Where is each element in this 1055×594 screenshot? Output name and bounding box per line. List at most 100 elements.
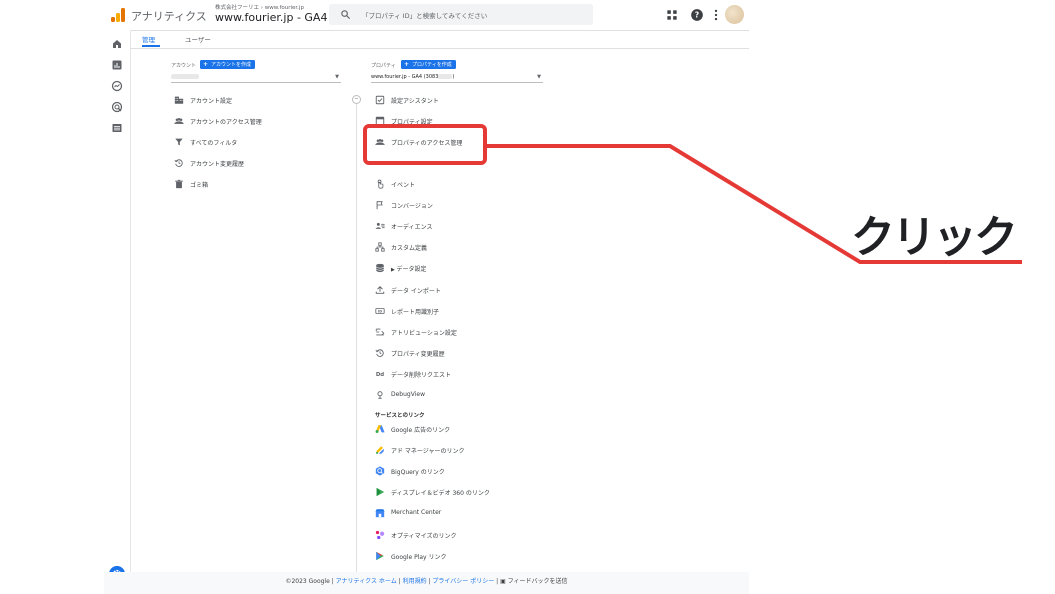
menu-item-label: カスタム定義 (391, 245, 428, 252)
filter-icon (175, 138, 183, 146)
data-delete-icon: Dd (376, 372, 384, 378)
ad-manager-icon (376, 446, 384, 454)
upload-icon (375, 286, 385, 294)
menu-item-label: アカウントのアクセス管理 (190, 119, 262, 126)
footer: ©2023 Google | アナリティクス ホーム | 利用規約 | プライバ… (104, 572, 749, 594)
menu-item-label: アド マネージャーのリンク (391, 448, 465, 455)
left-nav-rail (104, 30, 131, 594)
plus-icon: + (404, 61, 410, 68)
footer-link-analytics-home[interactable]: アナリティクス ホーム (336, 578, 397, 585)
create-property-button[interactable]: + プロパティを作成 (401, 60, 456, 69)
menu-item-label: BigQuery のリンク (391, 469, 445, 476)
app-name: アナリティクス (131, 10, 207, 23)
create-property-label: プロパティを作成 (412, 62, 452, 68)
menu-item-label: 設定アシスタント (391, 98, 439, 105)
property-dropdown[interactable]: www.fourier.jp - GA4 (3083) ▼ (371, 72, 543, 83)
identifier-icon: ID (375, 308, 385, 314)
history-icon (174, 159, 183, 167)
links-section-title: サービスとのリンク (375, 413, 425, 419)
menu-item-label: ゴミ箱 (190, 182, 209, 189)
audience-icon (375, 222, 385, 229)
menu-item-label: アカウント設定 (190, 98, 233, 105)
menu-item-label: オーディエンス (391, 224, 433, 231)
menu-item-label: アカウント変更履歴 (190, 161, 245, 168)
property-selector[interactable]: www.fourier.jp - GA4 ▾ (215, 11, 334, 24)
home-icon[interactable] (111, 38, 123, 50)
menu-item-label: イベント (391, 182, 416, 189)
redacted-property-id (438, 74, 453, 79)
footer-feedback[interactable]: フィードバックを送信 (508, 578, 568, 585)
google-play-icon (376, 551, 384, 561)
dropdown-icon: ▼ (537, 74, 541, 80)
menu-item-label: コンバージョン (391, 203, 433, 210)
column-divider (356, 96, 357, 574)
feedback-icon[interactable]: ▣ (500, 578, 506, 585)
explore-icon[interactable] (111, 80, 123, 92)
menu-item-label: データ インポート (391, 288, 441, 295)
help-icon[interactable]: ? (690, 8, 704, 22)
menu-item-label: レポート用識別子 (391, 309, 440, 316)
menu-item-label: オプティマイズのリンク (391, 533, 457, 540)
svg-text:Dd: Dd (376, 372, 384, 378)
reports-icon[interactable] (111, 59, 123, 71)
svg-text:?: ? (695, 11, 699, 20)
analytics-logo-icon[interactable] (111, 8, 125, 22)
property-column-label: プロパティ (371, 63, 396, 69)
list-icon[interactable] (111, 122, 123, 134)
attribution-icon (375, 328, 385, 336)
account-selector[interactable]: ▼ (171, 72, 341, 83)
menu-item-label: プロパティ変更履歴 (391, 351, 445, 358)
tab-user[interactable]: ユーザー (185, 34, 211, 44)
database-icon (376, 263, 384, 273)
menu-item-label: Google Play リンク (391, 554, 447, 561)
redacted-account-name (171, 74, 199, 79)
menu-item-label: すべてのフィルタ (190, 140, 238, 147)
bigquery-icon (375, 466, 385, 476)
account-column-label: アカウント (171, 63, 197, 69)
flag-icon (376, 201, 383, 210)
property-dropdown-suffix: ) (452, 74, 455, 80)
search-bar[interactable]: 「プロパティ ID」と検索してみてください (329, 4, 593, 25)
analytics-app: アナリティクス 株式会社フーリエ › www.fourier.jp www.fo… (104, 0, 749, 594)
building-icon (174, 96, 184, 104)
custom-definitions-icon (375, 242, 385, 252)
tab-admin[interactable]: 管理 (142, 34, 155, 44)
footer-link-terms[interactable]: 利用規約 (403, 578, 427, 585)
menu-item-label: ディスプレイ＆ビデオ 360 のリンク (391, 490, 490, 497)
history-icon (375, 349, 384, 357)
collapse-column-icon[interactable]: − (352, 95, 361, 104)
menu-item-label: ▶ データ設定 (391, 266, 427, 273)
more-vert-icon[interactable] (709, 8, 723, 22)
apps-grid-icon[interactable] (665, 8, 679, 22)
merchant-center-icon (375, 509, 385, 518)
touch-icon (377, 179, 384, 189)
optimize-icon (375, 530, 385, 540)
create-account-label: アカウントを作成 (211, 62, 252, 68)
dv360-icon (376, 487, 385, 497)
menu-item-label: アトリビューション設定 (391, 330, 457, 337)
footer-link-privacy[interactable]: プライバシー ポリシー (432, 578, 494, 585)
debug-icon (377, 391, 383, 399)
search-icon (341, 10, 351, 20)
menu-item-label: データ削除リクエスト (391, 372, 452, 379)
property-dropdown-value: www.fourier.jp - GA4 (3083 (371, 74, 439, 80)
dropdown-icon: ▼ (335, 74, 339, 80)
highlight-box (363, 124, 487, 165)
checkbox-icon (375, 95, 385, 105)
svg-text:ID: ID (378, 309, 382, 313)
property-title: www.fourier.jp - GA4 (215, 11, 328, 24)
annotation-label: クリック (851, 212, 1018, 263)
menu-item-label: Google 広告のリンク (391, 427, 451, 434)
admin-tabs: 管理 ユーザー (130, 30, 749, 49)
trash-icon (175, 179, 183, 189)
advertising-icon[interactable] (111, 101, 123, 113)
search-placeholder: 「プロパティ ID」と検索してみてください (362, 12, 488, 20)
create-account-button[interactable]: + アカウントを作成 (200, 60, 256, 69)
top-bar: アナリティクス 株式会社フーリエ › www.fourier.jp www.fo… (104, 0, 749, 31)
avatar[interactable] (725, 5, 744, 24)
menu-item-label: DebugView (391, 391, 425, 398)
menu-item-label: Merchant Center (391, 509, 442, 516)
plus-icon: + (203, 61, 209, 68)
active-tab-indicator (142, 45, 160, 47)
breadcrumb[interactable]: 株式会社フーリエ › www.fourier.jp (215, 3, 304, 11)
